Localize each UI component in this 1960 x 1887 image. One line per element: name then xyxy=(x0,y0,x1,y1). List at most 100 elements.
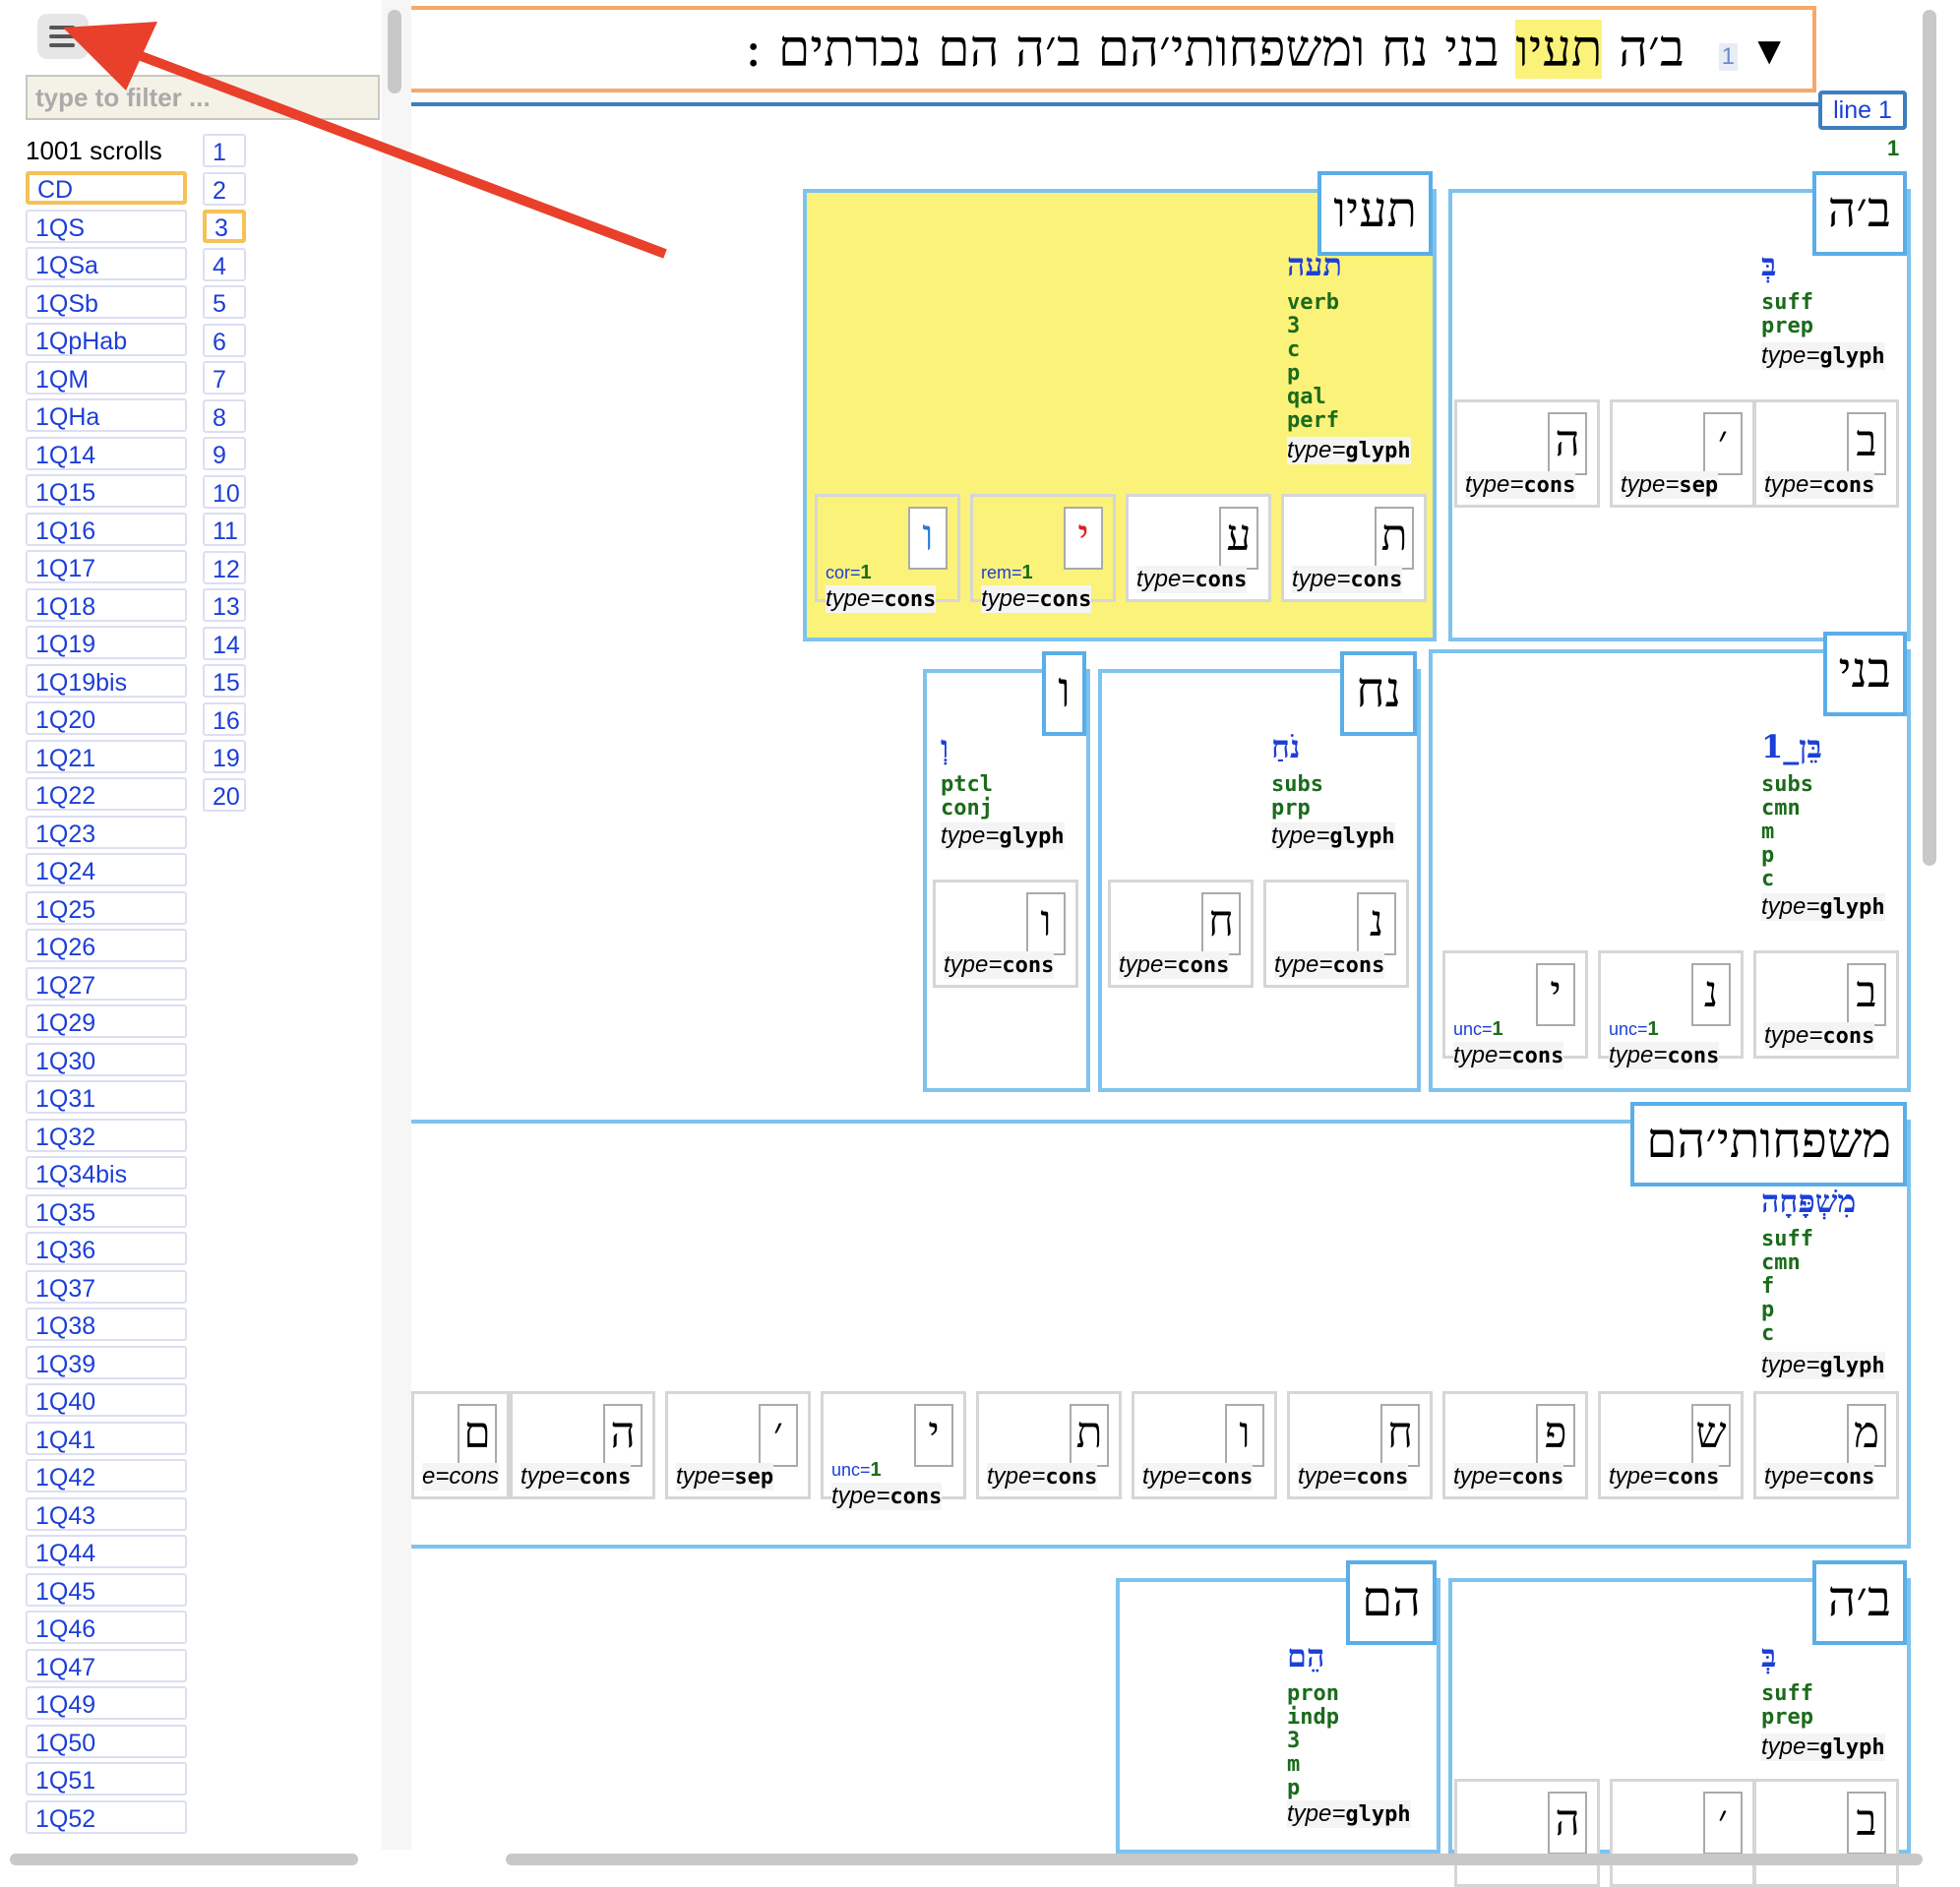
scroll-item[interactable]: 1Q34bis xyxy=(26,1156,187,1189)
sign-box[interactable]: ע type=cons xyxy=(1126,494,1271,602)
page-item[interactable]: 12 xyxy=(203,550,246,584)
scroll-item[interactable]: 1Q21 xyxy=(26,739,187,773)
page-item[interactable]: 1 xyxy=(203,134,246,167)
scroll-item[interactable]: 1Q16 xyxy=(26,512,187,546)
sign-box[interactable]: ו cor=1 type=cons xyxy=(815,494,960,613)
page-item[interactable]: 8 xyxy=(203,398,246,433)
scroll-item[interactable]: CD xyxy=(26,171,187,205)
main-scrollbar[interactable] xyxy=(1923,10,1936,866)
scroll-item[interactable]: 1Q32 xyxy=(26,1118,187,1152)
page-item[interactable]: 6 xyxy=(203,323,246,357)
scroll-item[interactable]: 1Q45 xyxy=(26,1572,187,1607)
scroll-item[interactable]: 1QSb xyxy=(26,284,187,319)
scroll-item[interactable]: 1Q40 xyxy=(26,1383,187,1417)
scroll-item[interactable]: 1Q15 xyxy=(26,474,187,508)
page-item[interactable]: 2 xyxy=(203,171,246,206)
triangle-down-icon[interactable]: ▼ xyxy=(1749,30,1789,74)
scroll-item[interactable]: 1Q47 xyxy=(26,1648,187,1682)
scroll-item[interactable]: 1Q14 xyxy=(26,436,187,470)
page-item[interactable]: 19 xyxy=(203,740,246,773)
scroll-item[interactable]: 1Q20 xyxy=(26,701,187,735)
scroll-item[interactable]: 1QpHab xyxy=(26,323,187,356)
text-line-header[interactable]: ▼ 1 ב׳ה תעיו בני נח ומשפחותי׳הם ב׳ה הם נ… xyxy=(411,6,1816,92)
sign-box[interactable]: י unc=1 type=cons xyxy=(1442,950,1588,1069)
scroll-item[interactable]: 1Q44 xyxy=(26,1535,187,1568)
scroll-item[interactable]: 1QSa xyxy=(26,247,187,280)
page-item[interactable]: 5 xyxy=(203,285,246,319)
sign-box[interactable]: פ type=cons xyxy=(1442,1391,1588,1499)
scroll-item[interactable]: 1Q37 xyxy=(26,1269,187,1304)
sign-box[interactable]: ה xyxy=(1454,1779,1600,1887)
sign-box[interactable]: מ type=cons xyxy=(1753,1391,1899,1499)
scroll-item[interactable]: 1Q39 xyxy=(26,1345,187,1379)
word-label[interactable]: תעיו xyxy=(1317,171,1433,256)
scroll-item[interactable]: 1Q35 xyxy=(26,1193,187,1228)
sign-box[interactable]: ב type=cons xyxy=(1753,950,1899,1059)
page-item[interactable]: 13 xyxy=(203,588,246,622)
sign-box[interactable]: ח type=cons xyxy=(1108,880,1254,988)
scroll-item[interactable]: 1Q36 xyxy=(26,1232,187,1265)
sign-box[interactable]: נ unc=1 type=cons xyxy=(1598,950,1744,1069)
sidebar-scrollbar[interactable] xyxy=(388,10,401,93)
page-item[interactable]: 16 xyxy=(203,701,246,736)
main-hscrollbar[interactable] xyxy=(506,1854,1923,1865)
filter-input[interactable]: type to filter ... xyxy=(26,75,380,120)
scroll-item[interactable]: 1Q27 xyxy=(26,966,187,1001)
scroll-item[interactable]: 1QHa xyxy=(26,398,187,432)
word-label[interactable]: ו xyxy=(1042,651,1086,736)
sign-box[interactable]: ת type=cons xyxy=(976,1391,1122,1499)
scroll-item[interactable]: 1Q17 xyxy=(26,550,187,583)
scroll-item[interactable]: 1Q19 xyxy=(26,626,187,659)
page-item[interactable]: 10 xyxy=(203,474,246,509)
scroll-item[interactable]: 1Q38 xyxy=(26,1308,187,1341)
sign-box[interactable]: ׳ type=sep xyxy=(665,1391,811,1499)
sign-box[interactable]: י unc=1 type=cons xyxy=(821,1391,966,1510)
scroll-item[interactable]: 1Q41 xyxy=(26,1421,187,1455)
page-item[interactable]: 11 xyxy=(203,513,246,546)
word-label[interactable]: ב׳ה xyxy=(1811,1560,1907,1645)
page-item[interactable]: 14 xyxy=(203,626,246,660)
sign-box[interactable]: נ type=cons xyxy=(1263,880,1409,988)
scroll-item[interactable]: 1Q26 xyxy=(26,929,187,962)
sign-box[interactable]: ם e=cons xyxy=(411,1391,510,1499)
page-item[interactable]: 15 xyxy=(203,664,246,698)
page-item[interactable]: 20 xyxy=(203,777,246,812)
scroll-item[interactable]: 1Q18 xyxy=(26,587,187,622)
scroll-item[interactable]: 1Q43 xyxy=(26,1496,187,1531)
sign-box[interactable]: י rem=1 type=cons xyxy=(970,494,1116,613)
sign-box[interactable]: ב xyxy=(1753,1779,1899,1887)
scroll-item[interactable]: 1Q50 xyxy=(26,1724,187,1758)
scroll-item[interactable]: 1Q19bis xyxy=(26,663,187,698)
scroll-item[interactable]: 1Q31 xyxy=(26,1080,187,1114)
scroll-item[interactable]: 1Q23 xyxy=(26,815,187,849)
sign-box[interactable]: ת type=cons xyxy=(1281,494,1427,602)
word-label[interactable]: בני xyxy=(1822,632,1907,716)
page-item[interactable]: 9 xyxy=(203,437,246,470)
list-icon[interactable] xyxy=(37,14,89,59)
scroll-item[interactable]: 1Q46 xyxy=(26,1611,187,1644)
scroll-item[interactable]: 1Q42 xyxy=(26,1459,187,1492)
word-label[interactable]: משפחותי׳הם xyxy=(1630,1102,1907,1187)
sign-box[interactable]: ו type=cons xyxy=(933,880,1078,988)
scroll-item[interactable]: 1Q22 xyxy=(26,777,187,811)
sidebar-hscrollbar[interactable] xyxy=(10,1854,358,1865)
sign-box[interactable]: ה type=cons xyxy=(510,1391,655,1499)
word-label[interactable]: הם xyxy=(1346,1560,1437,1645)
sign-box[interactable]: ח type=cons xyxy=(1287,1391,1433,1499)
sign-box[interactable]: ו type=cons xyxy=(1132,1391,1277,1499)
scroll-item[interactable]: 1Q30 xyxy=(26,1042,187,1076)
sign-box[interactable]: ׳ type=sep xyxy=(1610,399,1755,508)
page-item[interactable]: 4 xyxy=(203,247,246,281)
scroll-item[interactable]: 1Q52 xyxy=(26,1799,187,1834)
word-label[interactable]: נח xyxy=(1340,651,1417,736)
page-item[interactable]: 7 xyxy=(203,361,246,395)
scroll-item[interactable]: 1QS xyxy=(26,209,187,243)
line-badge[interactable]: line 1 xyxy=(1818,91,1907,130)
sign-box[interactable]: ב type=cons xyxy=(1753,399,1899,508)
sign-box[interactable]: ש type=cons xyxy=(1598,1391,1744,1499)
scroll-item[interactable]: 1Q29 xyxy=(26,1004,187,1038)
scroll-item[interactable]: 1QM xyxy=(26,360,187,395)
sign-box[interactable]: ה type=cons xyxy=(1454,399,1600,508)
scroll-item[interactable]: 1Q25 xyxy=(26,890,187,925)
scroll-item[interactable]: 1Q24 xyxy=(26,853,187,886)
